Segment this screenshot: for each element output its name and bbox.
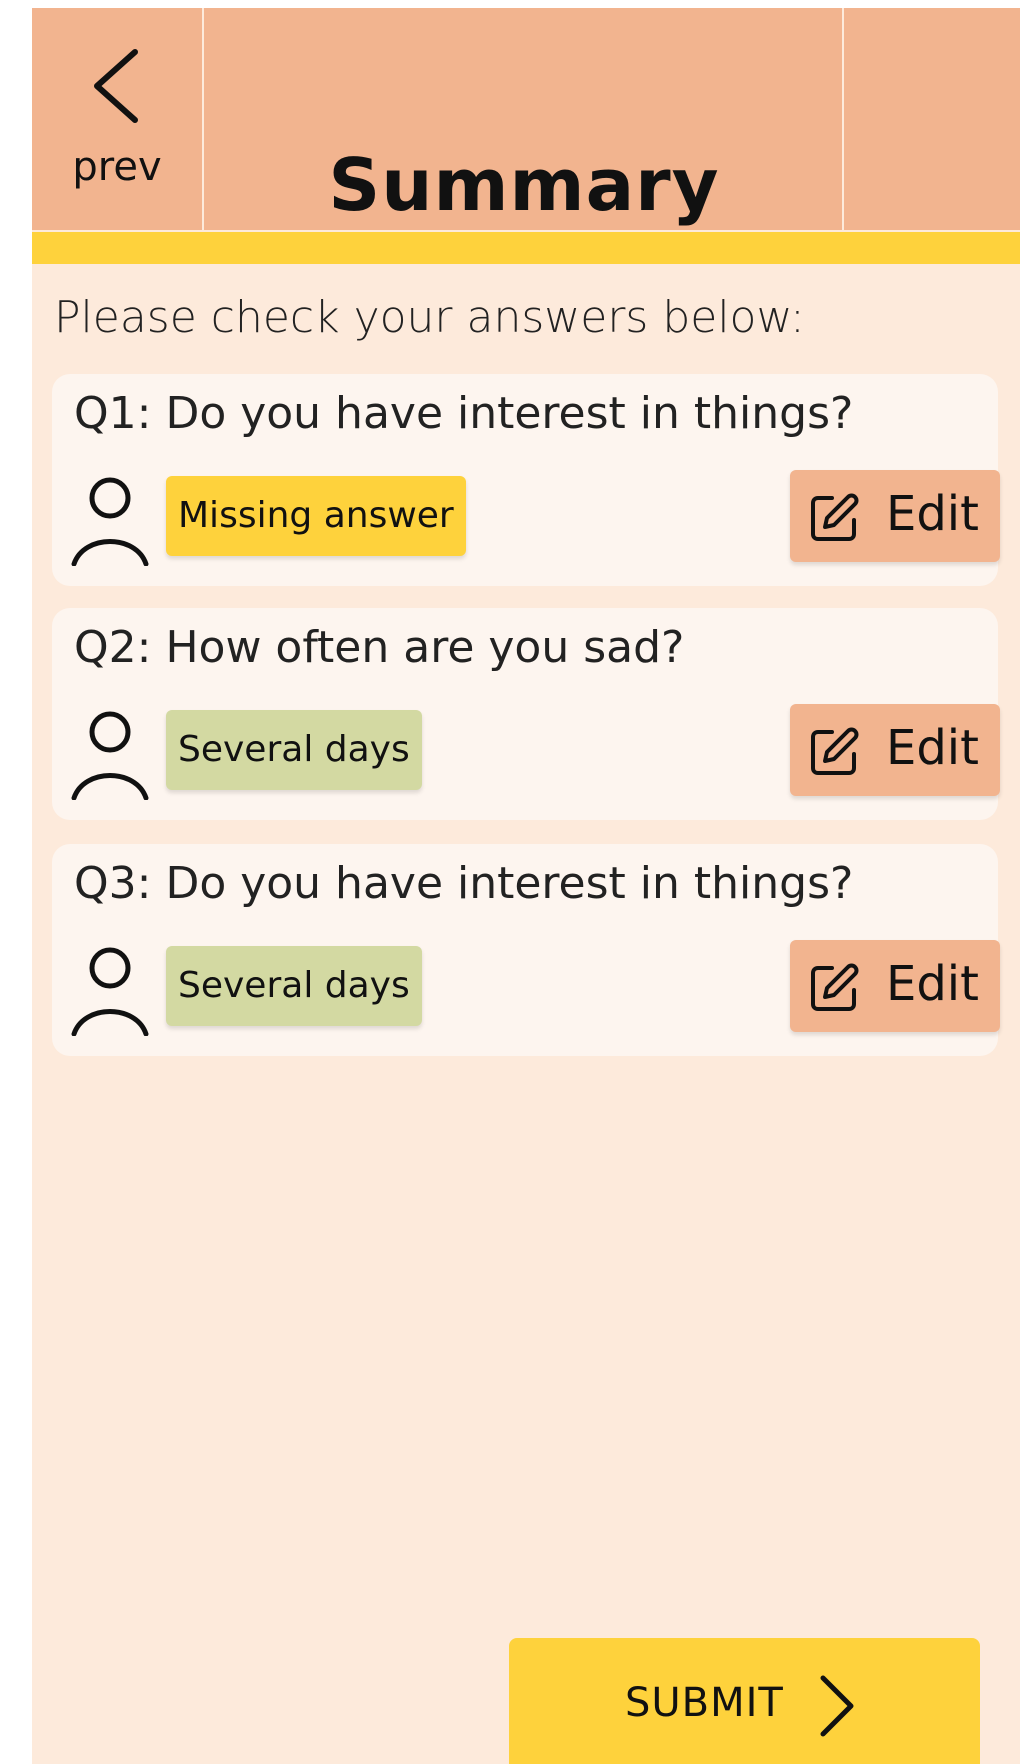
header-bar: prev Summary xyxy=(32,8,1020,230)
edit-label: Edit xyxy=(886,956,979,1012)
header-accent-bar xyxy=(32,232,1020,264)
person-icon xyxy=(71,947,149,1036)
edit-label: Edit xyxy=(886,486,979,542)
answer-badge: Missing answer xyxy=(166,476,466,556)
survey-screen: prev Summary Please check your answers b… xyxy=(32,8,1020,1764)
edit-button[interactable]: Edit xyxy=(790,940,1000,1032)
question-text: Q3: Do you have interest in things? xyxy=(74,858,854,909)
header-divider xyxy=(842,8,844,230)
person-icon xyxy=(71,711,149,800)
pencil-square-icon xyxy=(811,963,859,1011)
pencil-square-icon xyxy=(811,727,859,775)
question-text: Q1: Do you have interest in things? xyxy=(74,388,854,439)
answer-badge: Several days xyxy=(166,710,422,790)
submit-button[interactable]: SUBMIT xyxy=(509,1638,980,1764)
question-card: Q3: Do you have interest in things? Seve… xyxy=(52,844,1000,1056)
chevron-left-icon xyxy=(94,49,138,123)
pencil-square-icon xyxy=(811,493,859,541)
question-text: Q2: How often are you sad? xyxy=(74,622,685,673)
chevron-right-icon xyxy=(820,1675,854,1737)
question-card: Q1: Do you have interest in things? Miss… xyxy=(52,374,1000,586)
edit-button[interactable]: Edit xyxy=(790,704,1000,796)
edit-label: Edit xyxy=(886,720,979,776)
edit-button[interactable]: Edit xyxy=(790,470,1000,562)
submit-label: SUBMIT xyxy=(625,1680,784,1726)
person-icon xyxy=(71,477,149,566)
prev-button[interactable]: prev xyxy=(32,8,202,230)
question-card: Q2: How often are you sad? Several days … xyxy=(52,608,1000,820)
prev-label: prev xyxy=(72,144,162,190)
instructions-text: Please check your answers below: xyxy=(54,292,805,343)
answer-badge: Several days xyxy=(166,946,422,1026)
page-title: Summary xyxy=(328,143,720,227)
